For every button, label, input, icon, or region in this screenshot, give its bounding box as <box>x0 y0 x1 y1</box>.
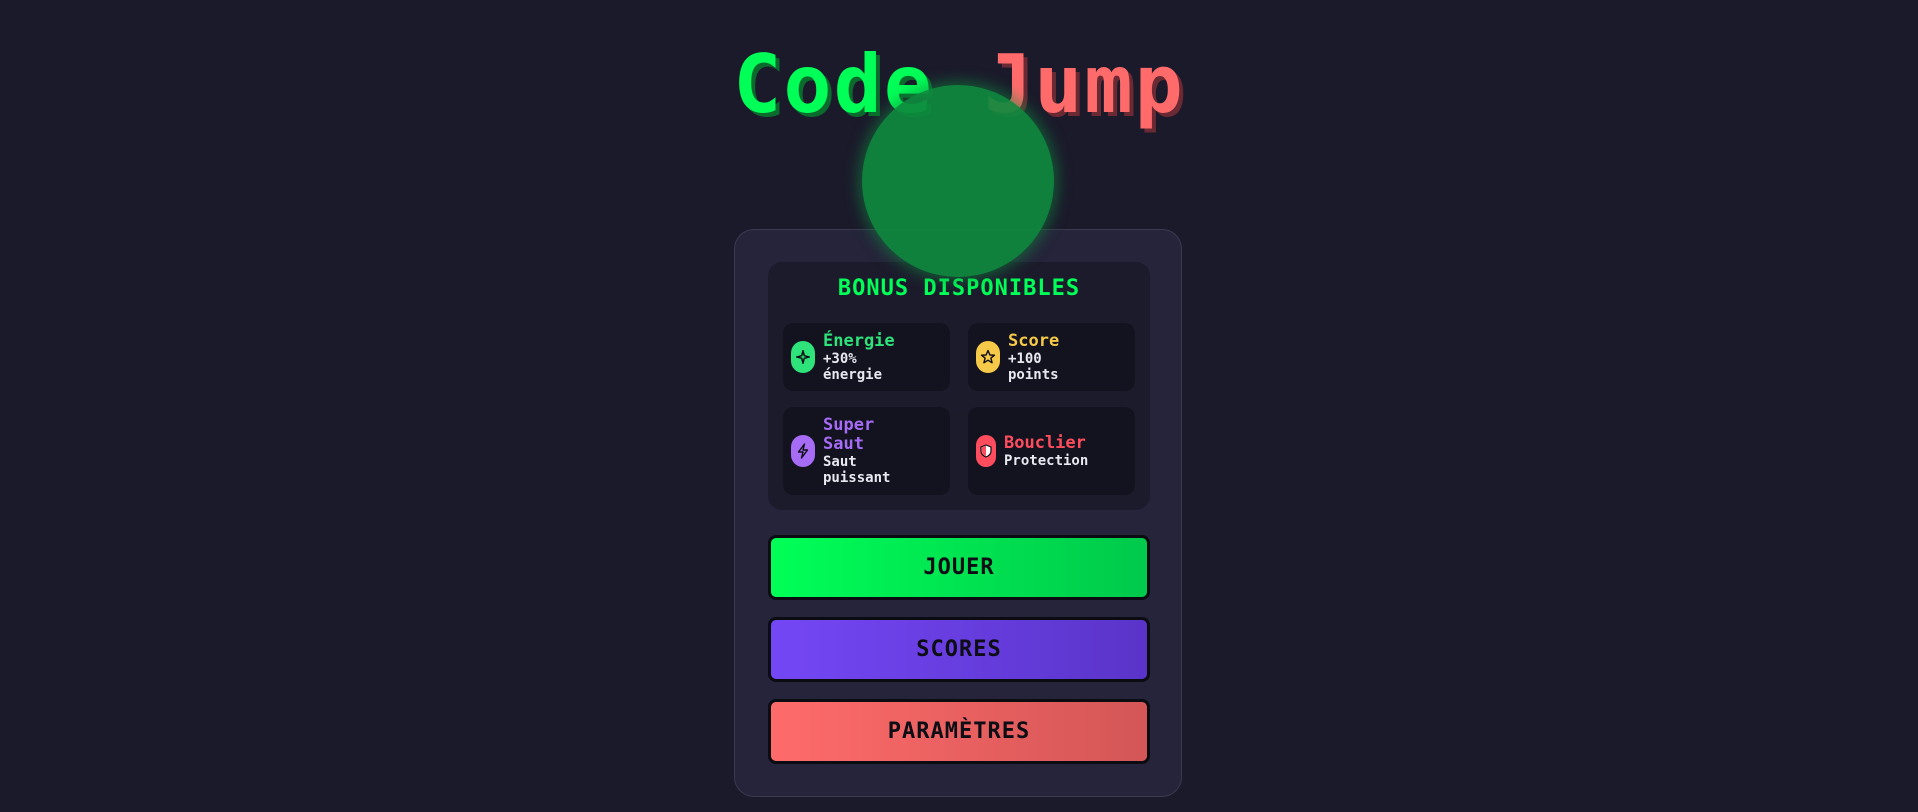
bonus-desc: Protection <box>1004 452 1089 469</box>
bonus-item-score: Score +100 points <box>968 323 1135 391</box>
bonus-desc: points <box>1008 366 1059 383</box>
menu-card: BONUS DISPONIBLES Énergie +30% énergie S… <box>734 229 1182 797</box>
bonus-desc: +100 <box>1008 350 1042 367</box>
lightning-icon <box>791 435 815 467</box>
bonus-desc: +30% <box>823 350 857 367</box>
bonus-item-super-jump: Super Saut Saut puissant <box>783 407 950 495</box>
play-button[interactable]: JOUER <box>768 535 1150 600</box>
bonus-name: Énergie <box>823 330 895 351</box>
shield-icon <box>976 435 996 467</box>
bonus-name: Score <box>1008 330 1060 351</box>
bonus-panel: BONUS DISPONIBLES Énergie +30% énergie S… <box>768 262 1150 510</box>
bonus-name: Saut <box>823 434 864 454</box>
scores-button[interactable]: SCORES <box>768 617 1150 682</box>
settings-button[interactable]: PARAMÈTRES <box>768 699 1150 764</box>
bonus-name: Super <box>823 415 875 435</box>
bonus-desc: Saut <box>823 454 857 470</box>
bonus-desc: puissant <box>823 470 891 486</box>
bonus-name: Bouclier <box>1004 432 1086 453</box>
sparkle-icon <box>791 341 815 373</box>
bonus-item-energy: Énergie +30% énergie <box>783 323 950 391</box>
star-icon <box>976 341 1000 373</box>
bonus-item-shield: Bouclier Protection <box>968 407 1135 495</box>
bonus-heading: BONUS DISPONIBLES <box>837 276 1081 301</box>
player-ball <box>862 85 1054 277</box>
bonus-desc: énergie <box>823 366 883 383</box>
